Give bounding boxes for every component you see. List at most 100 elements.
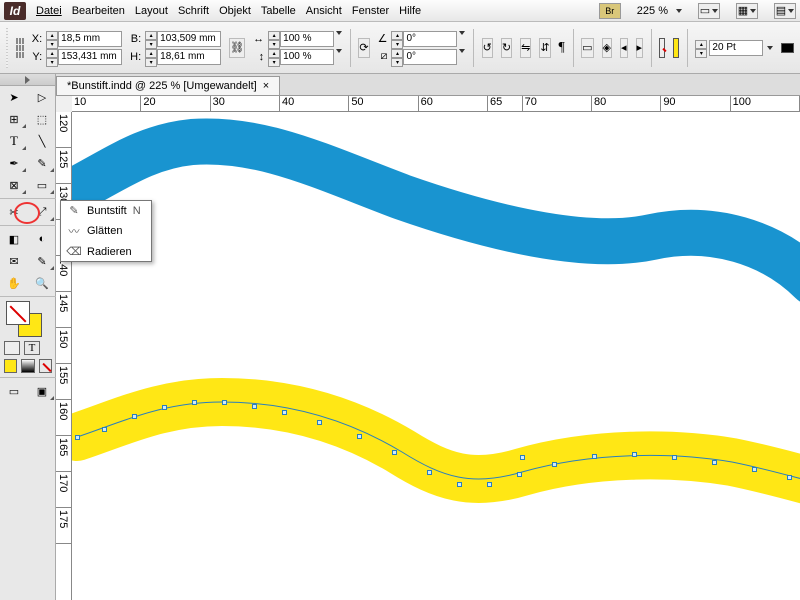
apply-gradient-button[interactable] [21, 359, 34, 373]
flyout-item-buntstift[interactable]: ✎ Buntstift N [61, 201, 151, 220]
menu-table[interactable]: Tabelle [261, 5, 296, 17]
bridge-badge[interactable]: Br [599, 3, 621, 19]
selection-tool[interactable]: ➤ [0, 86, 28, 108]
menu-object[interactable]: Objekt [219, 5, 251, 17]
toolbox-collapse[interactable] [0, 74, 55, 86]
document-tabstrip: *Bunstift.indd @ 225 % [Umgewandelt] × [0, 74, 800, 96]
y-field[interactable]: 153,431 mm [58, 49, 122, 65]
zoom-field[interactable]: 225 % [631, 5, 682, 17]
gap-tool[interactable]: ⬚ [28, 108, 56, 130]
stroke-weight[interactable]: ▴▾ 20 Pt [695, 40, 773, 56]
x-field[interactable]: 18,5 mm [58, 31, 122, 47]
yellow-brush-stroke[interactable] [77, 402, 800, 487]
flyout-shortcut: N [133, 205, 141, 217]
scale-fields: ↔ ▴▾100 % ↕ ▴▾100 % [253, 31, 342, 65]
menu-edit[interactable]: Bearbeiten [72, 5, 125, 17]
scalex-field[interactable]: 100 % [280, 31, 334, 47]
menu-view[interactable]: Ansicht [306, 5, 342, 17]
stroke-weight-field[interactable]: 20 Pt [709, 40, 763, 56]
blue-brush-stroke [72, 141, 800, 282]
menu-file[interactable]: Datei [36, 5, 62, 17]
eyedropper-tool[interactable]: ✎ [28, 250, 56, 272]
shear-field[interactable]: 0° [403, 49, 457, 65]
note-tool[interactable]: ✉ [0, 250, 28, 272]
pencil-icon: ✎ [67, 204, 81, 217]
normal-view-button[interactable]: ▭ [0, 380, 28, 402]
select-prev-button[interactable]: ◂ [620, 38, 628, 58]
stroke-swatch[interactable] [659, 38, 665, 58]
hand-tool[interactable]: ✋ [0, 272, 28, 294]
page-tool[interactable]: ⊞ [0, 108, 28, 130]
rotate-ccw-button[interactable]: ↺ [482, 38, 493, 58]
direct-selection-tool[interactable]: ▷ [28, 86, 56, 108]
apply-color-button[interactable] [4, 359, 17, 373]
arrange-button[interactable]: ▦ [736, 3, 758, 19]
shear-icon: ⧄ [378, 50, 388, 63]
flyout-label: Glätten [87, 225, 122, 237]
menu-layout[interactable]: Layout [135, 5, 168, 17]
h-label: H: [130, 51, 141, 63]
close-icon[interactable]: × [263, 80, 269, 92]
workspace-button[interactable]: ▤ [774, 3, 796, 19]
scalex-icon: ↔ [253, 33, 264, 45]
horizontal-ruler[interactable]: 10 20 30 40 50 60 65 70 80 90 100 [72, 96, 800, 112]
flyout-label: Buntstift [87, 205, 127, 217]
rotate-icon: ⟳ [358, 38, 369, 58]
document-tab[interactable]: *Bunstift.indd @ 225 % [Umgewandelt] × [56, 76, 280, 95]
vertical-ruler[interactable]: 120 125 130 135 140 145 150 155 160 165 … [56, 112, 72, 600]
erase-icon: ⌫ [67, 245, 81, 258]
control-bar: X: ▴▾18,5 mm Y: ▴▾153,431 mm B: ▴▾103,50… [0, 22, 800, 74]
preview-button[interactable]: ▣ [28, 380, 56, 402]
menu-help[interactable]: Hilfe [399, 5, 421, 17]
flyout-item-glaetten[interactable]: 〰 Glätten [61, 220, 151, 242]
fill-swatch[interactable] [673, 38, 679, 58]
menu-window[interactable]: Fenster [352, 5, 389, 17]
h-field[interactable]: 18,61 mm [157, 49, 221, 65]
paragraph-style-icon[interactable]: ¶ [559, 40, 565, 56]
gradient-feather-tool[interactable]: ◐ [28, 228, 56, 250]
line-tool[interactable]: ╲ [28, 130, 56, 152]
pencil-tool-flyout: ✎ Buntstift N 〰 Glätten ⌫ Radieren [60, 200, 152, 262]
pen-tool[interactable]: ✒ [0, 152, 28, 174]
stroke-style[interactable] [781, 43, 794, 53]
rotate-cw-button[interactable]: ↻ [501, 38, 512, 58]
type-tool[interactable]: T [0, 130, 28, 152]
apply-none-button[interactable] [39, 359, 52, 373]
zoom-tool[interactable]: 🔍 [28, 272, 56, 294]
reference-point[interactable] [16, 38, 24, 58]
document-tab-title: *Bunstift.indd @ 225 % [Umgewandelt] [67, 80, 257, 92]
flyout-label: Radieren [87, 246, 132, 258]
toolbox: ➤ ▷ ⊞ ⬚ T ╲ ✒ ✎ ⊠ ▭ ✂ ⤢ ◧ ◐ ✉ ✎ ✋ 🔍 T [0, 74, 56, 600]
free-transform-tool[interactable]: ⤢ [28, 201, 56, 223]
smooth-icon: 〰 [67, 223, 81, 239]
scissors-tool[interactable]: ✂ [0, 201, 28, 223]
flip-v-button[interactable]: ⇵ [539, 38, 550, 58]
select-container-button[interactable]: ▭ [581, 38, 593, 58]
grip-handle[interactable] [6, 28, 8, 68]
select-next-button[interactable]: ▸ [636, 38, 644, 58]
w-field[interactable]: 103,509 mm [157, 31, 221, 47]
rectangle-frame-tool[interactable]: ⊠ [0, 174, 28, 196]
formatting-container-button[interactable] [4, 341, 20, 355]
pencil-tool[interactable]: ✎ [28, 152, 56, 174]
formatting-text-button[interactable]: T [24, 341, 40, 355]
flyout-item-radieren[interactable]: ⌫ Radieren [61, 242, 151, 261]
screen-mode-button[interactable]: ▭ [698, 3, 720, 19]
w-label: B: [130, 33, 141, 45]
x-label: X: [32, 33, 42, 45]
flip-h-button[interactable]: ⇋ [520, 38, 531, 58]
artwork [72, 112, 800, 600]
angle-icon: ∠ [378, 32, 388, 45]
select-content-button[interactable]: ◈ [602, 38, 612, 58]
canvas[interactable] [72, 112, 800, 600]
fill-stroke-swatches[interactable] [0, 299, 56, 339]
rotate-field[interactable]: 0° [403, 31, 457, 47]
rectangle-tool[interactable]: ▭ [28, 174, 56, 196]
scaley-icon: ↕ [253, 51, 264, 63]
gradient-tool[interactable]: ◧ [0, 228, 28, 250]
menu-type[interactable]: Schrift [178, 5, 209, 17]
y-label: Y: [32, 51, 42, 63]
size-fields: B: ▴▾103,509 mm H: ▴▾18,61 mm [130, 31, 221, 65]
scaley-field[interactable]: 100 % [280, 49, 334, 65]
constrain-icon[interactable]: ⛓ [229, 38, 245, 58]
